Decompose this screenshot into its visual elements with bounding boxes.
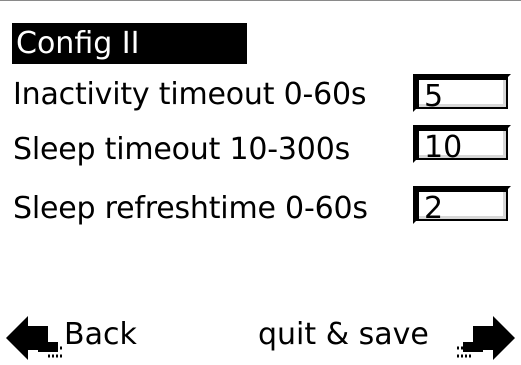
inactivity-timeout-label: Inactivity timeout 0-60s — [13, 77, 367, 112]
quit-save-button[interactable]: quit & save — [258, 315, 429, 355]
page-title: Config II — [12, 23, 247, 64]
sleep-refreshtime-input[interactable]: 2 — [413, 186, 511, 225]
sleep-timeout-input[interactable]: 10 — [413, 125, 511, 164]
sleep-timeout-value: 10 — [424, 130, 463, 165]
sleep-timeout-label: Sleep timeout 10-300s — [13, 132, 351, 167]
back-label: Back — [64, 317, 137, 352]
inactivity-timeout-value: 5 — [424, 79, 444, 114]
sleep-refreshtime-value: 2 — [424, 191, 444, 226]
sleep-refreshtime-input-area[interactable]: 2 — [419, 192, 506, 225]
sleep-timeout-input-area[interactable]: 10 — [419, 131, 506, 164]
left-arrow-hand-icon[interactable] — [6, 316, 66, 360]
sleep-refreshtime-label: Sleep refreshtime 0-60s — [13, 191, 368, 226]
top-divider — [0, 0, 521, 1]
right-arrow-hand-icon[interactable] — [455, 316, 515, 360]
inactivity-timeout-input-area[interactable]: 5 — [419, 80, 506, 113]
quit-save-label: quit & save — [258, 317, 429, 352]
back-button[interactable]: Back — [64, 315, 137, 355]
inactivity-timeout-input[interactable]: 5 — [413, 74, 511, 113]
